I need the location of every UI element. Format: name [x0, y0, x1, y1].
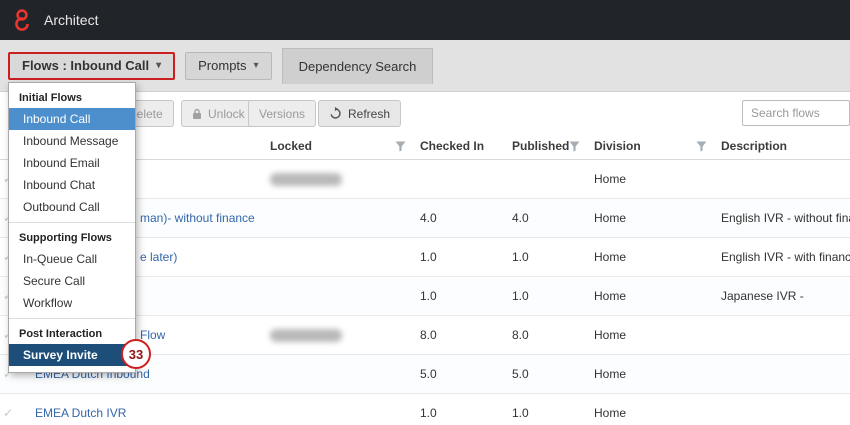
unlock-button-label: Unlock — [208, 107, 245, 121]
chevron-down-icon: ▾ — [156, 60, 161, 71]
dropdown-item-in-queue-call[interactable]: In-Queue Call — [9, 248, 135, 270]
published-cell: 5.0 — [512, 367, 594, 381]
dropdown-section-header: Initial Flows — [9, 87, 135, 108]
filter-icon[interactable] — [569, 141, 580, 152]
locked-cell — [270, 329, 420, 342]
dropdown-item-inbound-call[interactable]: Inbound Call — [9, 108, 135, 130]
table-row[interactable]: ✓ EMEA Dutch IVR 1.0 1.0 Home — [0, 394, 850, 425]
division-cell: Home — [594, 328, 721, 342]
checked-in-cell: 1.0 — [420, 406, 512, 420]
refresh-icon — [329, 107, 342, 120]
checked-in-cell: 4.0 — [420, 211, 512, 225]
filter-icon[interactable] — [395, 141, 406, 152]
dropdown-section-header: Post Interaction — [9, 323, 135, 344]
architect-app-window: Architect Flows : Inbound Call ▾ Prompts… — [0, 0, 850, 425]
flow-name-link[interactable]: man)- without finance — [140, 211, 255, 225]
published-cell: 1.0 — [512, 250, 594, 264]
column-published: Published — [512, 139, 594, 153]
dependency-search-label: Dependency Search — [299, 59, 417, 74]
redacted-locked-value — [270, 173, 342, 186]
column-checked-in: Checked In — [420, 139, 512, 153]
division-cell: Home — [594, 289, 721, 303]
description-cell: English IVR - with finance — [721, 250, 850, 264]
dropdown-item-inbound-email[interactable]: Inbound Email — [9, 152, 135, 174]
flow-name-link[interactable]: EMEA Dutch IVR — [35, 406, 126, 420]
column-description-label: Description — [721, 139, 787, 153]
description-cell: Japanese IVR - — [721, 289, 850, 303]
dropdown-item-inbound-message[interactable]: Inbound Message — [9, 130, 135, 152]
column-checked-in-label: Checked In — [420, 139, 484, 153]
division-cell: Home — [594, 211, 721, 225]
dropdown-section-initial-flows: Initial Flows Inbound Call Inbound Messa… — [9, 83, 135, 222]
prompts-dropdown-label: Prompts — [198, 58, 246, 73]
unlock-button[interactable]: Unlock — [181, 100, 256, 127]
dropdown-section-supporting-flows: Supporting Flows In-Queue Call Secure Ca… — [9, 222, 135, 318]
published-cell: 4.0 — [512, 211, 594, 225]
dropdown-item-survey-invite-label: Survey Invite — [23, 348, 98, 362]
refresh-button[interactable]: Refresh — [318, 100, 401, 127]
versions-button[interactable]: Versions — [248, 100, 316, 127]
redacted-locked-value — [270, 329, 342, 342]
division-cell: Home — [594, 406, 721, 420]
flows-type-dropdown-menu: Initial Flows Inbound Call Inbound Messa… — [8, 82, 136, 373]
published-cell: 8.0 — [512, 328, 594, 342]
dropdown-item-workflow[interactable]: Workflow — [9, 292, 135, 314]
check-icon: ✓ — [3, 406, 13, 420]
locked-cell — [270, 173, 420, 186]
published-cell: 1.0 — [512, 289, 594, 303]
checked-in-cell: 1.0 — [420, 250, 512, 264]
column-division: Division — [594, 139, 721, 153]
app-title: Architect — [44, 12, 98, 28]
description-cell: English IVR - without finan — [721, 211, 850, 225]
flows-dropdown-button[interactable]: Flows : Inbound Call ▾ — [8, 52, 175, 80]
division-cell: Home — [594, 172, 721, 186]
dropdown-section-header: Supporting Flows — [9, 227, 135, 248]
division-cell: Home — [594, 250, 721, 264]
dropdown-item-inbound-chat[interactable]: Inbound Chat — [9, 174, 135, 196]
refresh-button-label: Refresh — [348, 107, 390, 121]
dropdown-item-survey-invite[interactable]: Survey Invite 33 — [9, 344, 135, 366]
versions-button-label: Versions — [259, 107, 305, 121]
top-app-bar: Architect — [0, 0, 850, 40]
column-locked: Locked — [270, 139, 420, 153]
published-cell: 1.0 — [512, 406, 594, 420]
column-division-label: Division — [594, 139, 641, 153]
dependency-search-tab[interactable]: Dependency Search — [282, 48, 434, 84]
flows-dropdown-label: Flows : Inbound Call — [22, 58, 149, 73]
flow-name-link[interactable]: e later) — [140, 250, 177, 264]
flow-name-link[interactable]: Flow — [140, 328, 165, 342]
checked-in-cell: 5.0 — [420, 367, 512, 381]
column-description: Description — [721, 139, 850, 153]
column-locked-label: Locked — [270, 139, 312, 153]
lock-icon — [192, 108, 202, 120]
flow-name-cell: ✓ EMEA Dutch IVR — [0, 394, 270, 425]
column-published-label: Published — [512, 139, 569, 153]
dropdown-item-outbound-call[interactable]: Outbound Call — [9, 196, 135, 218]
genesys-logo-icon — [10, 7, 34, 33]
dropdown-item-secure-call[interactable]: Secure Call — [9, 270, 135, 292]
division-cell: Home — [594, 367, 721, 381]
search-flows-input[interactable] — [742, 100, 850, 126]
dropdown-section-post-interaction: Post Interaction Survey Invite 33 — [9, 318, 135, 370]
annotation-step-badge: 33 — [121, 339, 151, 369]
chevron-down-icon: ▾ — [254, 60, 259, 71]
checked-in-cell: 1.0 — [420, 289, 512, 303]
prompts-dropdown-button[interactable]: Prompts ▾ — [185, 52, 271, 80]
checked-in-cell: 8.0 — [420, 328, 512, 342]
filter-icon[interactable] — [696, 141, 707, 152]
